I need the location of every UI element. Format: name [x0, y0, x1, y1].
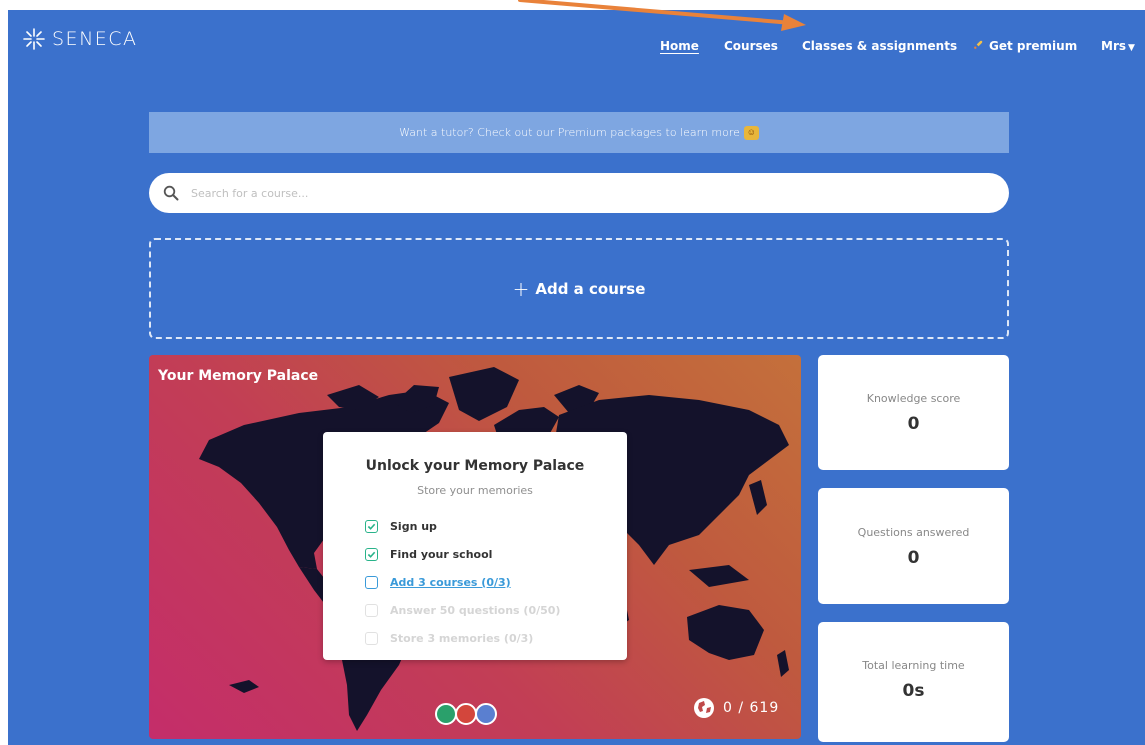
checkbox-checked-icon [365, 519, 378, 533]
knowledge-score-card: Knowledge score 0 [818, 355, 1009, 470]
checklist-label: Sign up [390, 519, 437, 533]
knowledge-score-value: 0 [907, 414, 920, 434]
memory-counter-value: 0 / 619 [723, 700, 780, 716]
course-search-bar[interactable] [149, 173, 1009, 213]
total-learning-time-card: Total learning time 0s [818, 622, 1009, 742]
rocket-icon [973, 39, 984, 53]
add-course-button[interactable]: + Add a course [149, 238, 1009, 339]
user-menu[interactable]: Mrs ▼ [1101, 39, 1135, 53]
memory-dots [435, 703, 497, 725]
top-nav: Home Courses Classes & assignments Get p… [8, 39, 1145, 57]
checklist-item-find-school: Find your school [365, 540, 560, 568]
nav-get-premium[interactable]: Get premium [973, 39, 1077, 53]
questions-answered-label: Questions answered [857, 526, 970, 539]
checklist-item-sign-up: Sign up [365, 512, 560, 540]
get-premium-label: Get premium [989, 39, 1078, 53]
unlock-title: Unlock your Memory Palace [365, 458, 585, 474]
memory-dot-red [455, 703, 477, 725]
memory-palace-panel: Your Memory Palace Unlock your Memory Pa… [149, 355, 801, 739]
nav-courses[interactable]: Courses [724, 39, 778, 53]
questions-answered-value: 0 [907, 548, 920, 568]
checklist-link-add-courses[interactable]: Add 3 courses (0/3) [390, 576, 511, 589]
banner-text: Want a tutor? Check out our Premium pack… [399, 126, 740, 139]
nav-home[interactable]: Home [660, 39, 699, 53]
checkbox-unchecked-icon [365, 575, 378, 589]
checkbox-unchecked-icon [365, 631, 378, 645]
unlock-subtitle: Store your memories [417, 484, 533, 497]
checklist-label: Find your school [390, 547, 493, 561]
caret-down-icon: ▼ [1128, 43, 1135, 53]
total-learning-time-label: Total learning time [862, 659, 965, 672]
user-menu-label: Mrs [1101, 39, 1127, 53]
checkbox-unchecked-icon [365, 603, 378, 617]
checklist-item-store-memories: Store 3 memories (0/3) [365, 624, 560, 652]
memory-palace-title: Your Memory Palace [158, 368, 319, 384]
memory-counter: 0 / 619 [693, 697, 779, 719]
add-course-label: Add a course [535, 279, 646, 298]
premium-banner[interactable]: Want a tutor? Check out our Premium pack… [149, 112, 1009, 153]
checkbox-checked-icon [365, 547, 378, 561]
checklist-label: Answer 50 questions (0/50) [390, 603, 561, 617]
unlock-checklist: Sign up Find your school Add 3 courses (… [365, 512, 560, 652]
checklist-label: Store 3 memories (0/3) [390, 631, 534, 645]
memory-dot-green [435, 703, 457, 725]
nerd-face-emoji-icon: ☺ [743, 125, 759, 140]
checklist-item-answer-questions: Answer 50 questions (0/50) [365, 596, 560, 624]
plus-icon: + [512, 276, 530, 301]
globe-icon [694, 698, 714, 718]
total-learning-time-value: 0s [902, 681, 925, 701]
questions-answered-card: Questions answered 0 [818, 488, 1009, 604]
unlock-memory-palace-card: Unlock your Memory Palace Store your mem… [323, 432, 627, 660]
memory-dot-blue [475, 703, 497, 725]
nav-classes-assignments[interactable]: Classes & assignments [802, 39, 957, 53]
app-root: SENECA Home Courses Classes & assignment… [8, 10, 1145, 745]
search-input[interactable] [189, 185, 973, 201]
checklist-item-add-courses[interactable]: Add 3 courses (0/3) [365, 568, 560, 596]
search-icon [163, 185, 179, 201]
knowledge-score-label: Knowledge score [866, 392, 961, 405]
